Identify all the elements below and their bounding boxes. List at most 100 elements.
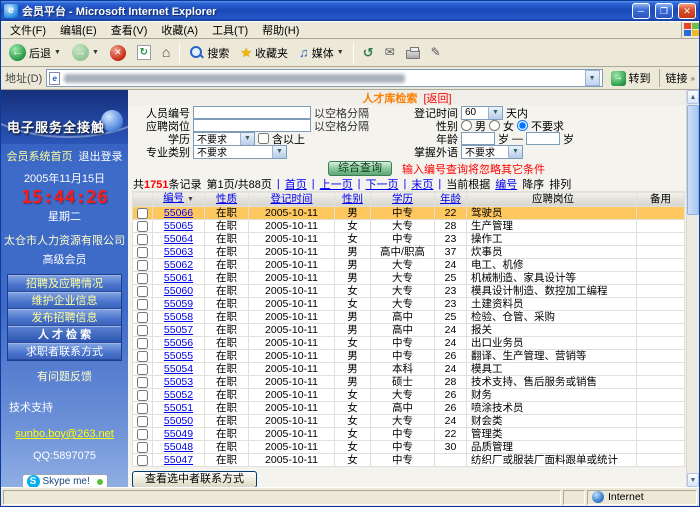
- menu-help[interactable]: 帮助(H): [255, 21, 306, 39]
- row-checkbox[interactable]: [137, 338, 148, 349]
- education-above-checkbox[interactable]: [258, 133, 269, 144]
- row-checkbox[interactable]: [137, 377, 148, 388]
- person-id-link[interactable]: 55058: [164, 311, 193, 323]
- sort-by-date-link[interactable]: 登记时间: [271, 193, 313, 205]
- person-id-link[interactable]: 55063: [164, 246, 193, 258]
- support-email-link[interactable]: sunbo.boy@263.net: [15, 428, 114, 440]
- sidebar-item-talent-search[interactable]: 人 才 检 索: [8, 326, 121, 343]
- back-button[interactable]: ← 后退 ▼: [4, 41, 66, 64]
- sidebar-item-seeker-contacts[interactable]: 求职者联系方式: [8, 343, 121, 360]
- sort-by-age-link[interactable]: 年龄: [440, 193, 461, 205]
- person-id-link[interactable]: 55052: [164, 389, 193, 401]
- sort-field-link[interactable]: 编号: [495, 176, 517, 192]
- gender-female-radio[interactable]: [489, 120, 500, 131]
- search-button[interactable]: 搜索: [184, 42, 234, 64]
- menu-tools[interactable]: 工具(T): [205, 21, 255, 39]
- address-dropdown-button[interactable]: ▼: [585, 70, 600, 86]
- return-link[interactable]: [返回]: [423, 90, 451, 106]
- maximize-button[interactable]: ❐: [655, 3, 673, 19]
- row-checkbox[interactable]: [137, 221, 148, 232]
- address-input[interactable]: e ▼: [46, 69, 602, 87]
- sidebar-item-recruit-status[interactable]: 招聘及应聘情况: [8, 275, 121, 292]
- row-checkbox[interactable]: [137, 364, 148, 375]
- row-checkbox[interactable]: [137, 247, 148, 258]
- menu-edit[interactable]: 编辑(E): [53, 21, 104, 39]
- row-checkbox[interactable]: [137, 403, 148, 414]
- scroll-down-icon[interactable]: ▼: [687, 473, 699, 487]
- gender-male-radio[interactable]: [461, 120, 472, 131]
- sort-by-gender-link[interactable]: 性别: [342, 193, 363, 205]
- sidebar-item-maintain-company-info[interactable]: 维护企业信息: [8, 292, 121, 309]
- view-contacts-button[interactable]: 查看选中者联系方式: [132, 471, 257, 487]
- vertical-scrollbar[interactable]: ▲ ▼: [686, 90, 699, 487]
- row-checkbox[interactable]: [137, 208, 148, 219]
- skype-button[interactable]: S Skype me!: [22, 474, 108, 487]
- person-id-link[interactable]: 55056: [164, 337, 193, 349]
- person-id-input[interactable]: [193, 106, 311, 119]
- person-id-link[interactable]: 55055: [164, 350, 193, 362]
- person-id-link[interactable]: 55050: [164, 415, 193, 427]
- sort-by-status-link[interactable]: 性质: [216, 193, 237, 205]
- row-checkbox[interactable]: [137, 442, 148, 453]
- logout-link[interactable]: 退出登录: [79, 148, 123, 164]
- favorites-button[interactable]: ★ 收藏夹: [235, 42, 293, 64]
- person-id-link[interactable]: 55060: [164, 285, 193, 297]
- person-id-link[interactable]: 55054: [164, 363, 193, 375]
- forward-button[interactable]: → ▼: [67, 41, 104, 64]
- row-checkbox[interactable]: [137, 455, 148, 466]
- next-page-link[interactable]: 下一页: [365, 176, 398, 192]
- sidebar-item-publish-jobs[interactable]: 发布招聘信息: [8, 309, 121, 326]
- row-checkbox[interactable]: [137, 286, 148, 297]
- person-id-link[interactable]: 55062: [164, 259, 193, 271]
- row-checkbox[interactable]: [137, 273, 148, 284]
- menu-favorites[interactable]: 收藏(A): [154, 21, 205, 39]
- menu-file[interactable]: 文件(F): [3, 21, 53, 39]
- links-menu[interactable]: 链接 »: [659, 69, 695, 87]
- scrollbar-track[interactable]: [687, 216, 699, 473]
- minimize-button[interactable]: ─: [632, 3, 650, 19]
- row-checkbox[interactable]: [137, 325, 148, 336]
- menu-view[interactable]: 查看(V): [104, 21, 155, 39]
- last-page-link[interactable]: 末页: [411, 176, 433, 192]
- person-id-link[interactable]: 55059: [164, 298, 193, 310]
- person-id-link[interactable]: 55057: [164, 324, 193, 336]
- row-checkbox[interactable]: [137, 260, 148, 271]
- scrollbar-thumb[interactable]: [687, 105, 699, 215]
- feedback-link[interactable]: 有问题反馈: [37, 368, 92, 384]
- prev-page-link[interactable]: 上一页: [320, 176, 353, 192]
- person-id-link[interactable]: 55064: [164, 233, 193, 245]
- go-button[interactable]: → 转到: [607, 69, 655, 87]
- print-button[interactable]: [401, 44, 425, 62]
- history-button[interactable]: ↺: [358, 42, 379, 63]
- first-page-link[interactable]: 首页: [285, 176, 307, 192]
- combined-search-button[interactable]: 综合查询: [328, 161, 392, 176]
- sort-by-education-link[interactable]: 学历: [392, 193, 413, 205]
- person-id-link[interactable]: 55049: [164, 428, 193, 440]
- person-id-link[interactable]: 55051: [164, 402, 193, 414]
- edit-button[interactable]: ✎: [426, 42, 446, 63]
- row-checkbox[interactable]: [137, 416, 148, 427]
- media-button[interactable]: ♫ 媒体 ▼: [294, 42, 349, 64]
- language-select[interactable]: 不要求 ▼: [461, 145, 523, 159]
- row-checkbox[interactable]: [137, 429, 148, 440]
- scroll-up-icon[interactable]: ▲: [687, 90, 699, 104]
- close-button[interactable]: ✕: [678, 3, 696, 19]
- age-max-input[interactable]: [526, 132, 560, 145]
- person-id-link[interactable]: 55066: [164, 207, 193, 219]
- row-checkbox[interactable]: [137, 390, 148, 401]
- person-id-link[interactable]: 55065: [164, 220, 193, 232]
- row-checkbox[interactable]: [137, 312, 148, 323]
- home-button[interactable]: ⌂: [157, 42, 175, 63]
- row-checkbox[interactable]: [137, 234, 148, 245]
- person-id-link[interactable]: 55053: [164, 376, 193, 388]
- gender-any-radio[interactable]: [517, 120, 528, 131]
- stop-button[interactable]: ✕: [105, 42, 131, 64]
- sort-by-id-link[interactable]: 编号: [163, 192, 184, 204]
- mail-button[interactable]: ✉: [380, 42, 400, 63]
- person-id-link[interactable]: 55061: [164, 272, 193, 284]
- member-home-link[interactable]: 会员系统首页: [7, 148, 73, 164]
- person-id-link[interactable]: 55048: [164, 441, 193, 453]
- person-id-link[interactable]: 55047: [164, 454, 193, 466]
- row-checkbox[interactable]: [137, 351, 148, 362]
- refresh-button[interactable]: ↻: [132, 42, 156, 63]
